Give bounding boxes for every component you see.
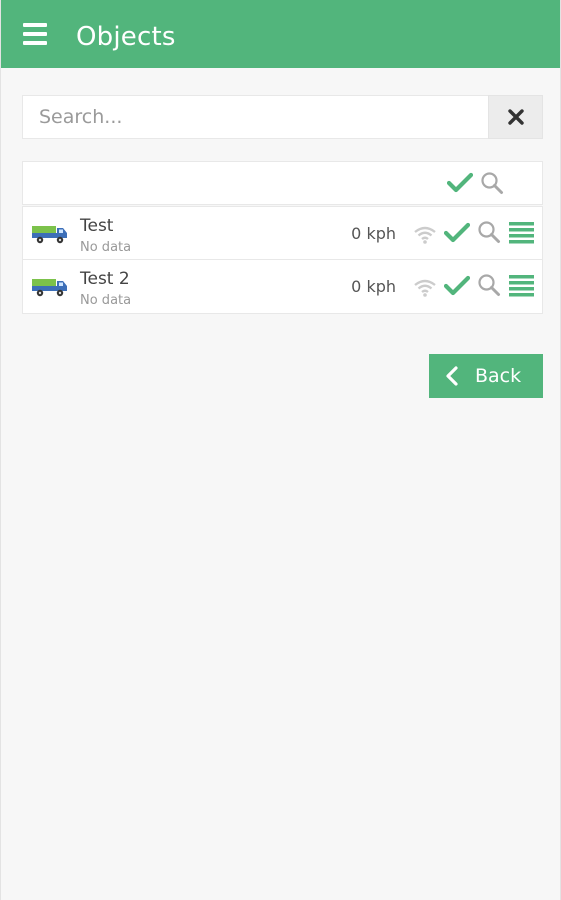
object-name: Test xyxy=(80,216,114,236)
close-icon xyxy=(507,109,524,125)
search-icon[interactable] xyxy=(477,220,501,244)
search-input[interactable] xyxy=(22,95,488,139)
object-status: No data xyxy=(80,293,132,308)
search-bar xyxy=(22,95,543,139)
truck-icon xyxy=(32,279,67,297)
object-name: Test 2 xyxy=(80,269,130,289)
list-item[interactable]: Test 2 No data 0 kph xyxy=(22,260,543,314)
object-status: No data xyxy=(80,240,132,255)
object-speed: 0 kph xyxy=(351,277,396,296)
search-icon[interactable] xyxy=(477,273,501,297)
list-menu-icon[interactable] xyxy=(509,274,534,298)
wifi-signal-icon xyxy=(414,279,436,297)
hamburger-menu-icon[interactable] xyxy=(23,23,47,45)
top-bar: Objects xyxy=(1,0,560,68)
app-screen: Objects Search... Test No data 0 kph Tes… xyxy=(0,0,561,900)
object-list: Test No data 0 kph Test 2 No data 0 kph xyxy=(22,161,543,314)
chevron-left-icon xyxy=(446,366,458,386)
list-menu-icon[interactable] xyxy=(509,221,534,245)
back-button[interactable]: Back xyxy=(429,354,543,398)
check-icon[interactable] xyxy=(444,275,470,297)
wifi-signal-icon xyxy=(414,226,436,244)
check-icon[interactable] xyxy=(447,172,473,194)
truck-icon xyxy=(32,226,67,244)
object-speed: 0 kph xyxy=(351,224,396,243)
list-header xyxy=(22,161,543,205)
check-icon[interactable] xyxy=(444,222,470,244)
back-button-label: Back xyxy=(475,365,522,387)
search-icon[interactable] xyxy=(480,171,504,195)
page-title: Objects xyxy=(76,22,176,52)
list-item[interactable]: Test No data 0 kph xyxy=(22,206,543,260)
search-clear-button[interactable] xyxy=(488,95,543,139)
